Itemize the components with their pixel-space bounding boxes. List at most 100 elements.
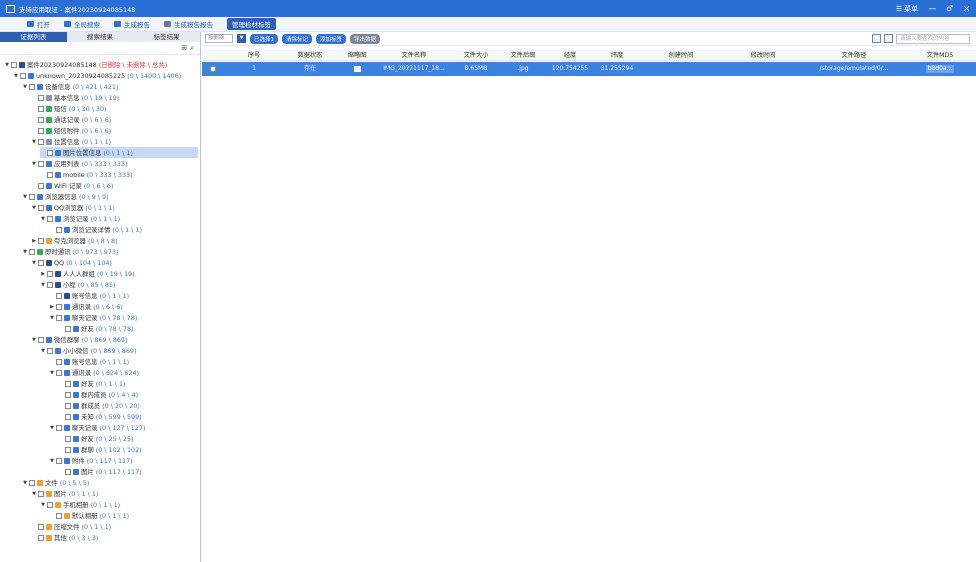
- tree-node[interactable]: ▼ 微信群聊 (0 \ 869 \ 869): [31, 334, 127, 345]
- checkbox[interactable]: [56, 226, 62, 233]
- checkbox[interactable]: [65, 468, 71, 475]
- tree-node[interactable]: ▼ 小小微信 (0 \ 869 \ 869): [40, 345, 136, 356]
- tree-node[interactable]: 账号信息 (0 \ 1 \ 1): [49, 356, 129, 367]
- collapse-icon[interactable]: ▼: [22, 249, 28, 255]
- tree-node[interactable]: 基本信息 (0 \ 19 \ 19): [31, 92, 119, 103]
- tree-node[interactable]: 压缩文件 (0 \ 1 \ 1): [31, 521, 111, 532]
- column-header[interactable]: 序号: [226, 50, 282, 60]
- tree-node[interactable]: WiFi 记录 (0 \ 6 \ 6): [31, 180, 113, 191]
- collapse-icon[interactable]: ▼: [22, 480, 28, 486]
- tree-node[interactable]: ▼ unknown_20230924085225 (0 \ 1400 \ 1406): [13, 70, 181, 81]
- checkbox[interactable]: [38, 138, 44, 145]
- checkbox[interactable]: [29, 479, 35, 486]
- tree-node[interactable]: ▼ 附件 (0 \ 117 \ 117): [49, 455, 133, 466]
- tree-node[interactable]: 图片 (0 \ 117 \ 117): [58, 466, 142, 477]
- maximize-icon[interactable]: ♂: [946, 4, 953, 13]
- column-header[interactable]: 文件MD5: [904, 50, 976, 60]
- checkbox[interactable]: [38, 182, 44, 189]
- column-header[interactable]: 文件大小: [452, 50, 500, 60]
- expand-icon[interactable]: ▶: [40, 271, 46, 277]
- checkbox[interactable]: [20, 72, 26, 79]
- tree-node[interactable]: ▼ 浏览器信息 (0 \ 9 \ 9): [22, 191, 109, 202]
- checkbox[interactable]: [65, 402, 71, 409]
- tree-node[interactable]: 群成员 (0 \ 20 \ 20): [58, 400, 140, 411]
- tree-node[interactable]: 好友 (0 \ 25 \ 25): [58, 433, 134, 444]
- checkbox[interactable]: [56, 457, 62, 464]
- checkbox[interactable]: [47, 171, 53, 178]
- tree-node[interactable]: ▼ QQ (0 \ 104 \ 104): [31, 257, 112, 268]
- tree-node[interactable]: 账号信息 (0 \ 1 \ 1): [49, 290, 129, 301]
- checkbox[interactable]: [38, 336, 44, 343]
- column-header[interactable]: 纬度: [594, 50, 640, 60]
- tree-node[interactable]: 未知 (0 \ 599 \ 599): [58, 411, 142, 422]
- checkbox[interactable]: [38, 204, 44, 211]
- tree-node[interactable]: 好友 (0 \ 1 \ 1): [58, 378, 125, 389]
- row-checkbox[interactable]: [210, 65, 216, 72]
- collapse-icon[interactable]: ▼: [31, 337, 37, 343]
- generate-report-2-button[interactable]: 生成报告报告: [164, 19, 213, 29]
- tree-node[interactable]: ▼ 即时通讯 (0 \ 973 \ 973): [22, 246, 118, 257]
- checkbox[interactable]: [65, 435, 71, 442]
- chevron-down-icon[interactable]: ▼: [237, 34, 246, 43]
- checkbox[interactable]: [65, 446, 71, 453]
- tree-node[interactable]: ▶ 人人人群组 (0 \ 19 \ 19): [40, 268, 135, 279]
- checkbox[interactable]: [56, 424, 62, 431]
- collapse-icon[interactable]: ▼: [31, 161, 37, 167]
- tree-node[interactable]: ▶ 通讯录 (0 \ 6 \ 6): [49, 301, 123, 312]
- checkbox[interactable]: [56, 512, 62, 519]
- tab-evidence-list[interactable]: 证据列表: [0, 32, 67, 42]
- checkbox[interactable]: [56, 303, 62, 310]
- tab-search-results[interactable]: 搜索结果: [66, 32, 134, 42]
- search-tree-icon[interactable]: ⌕: [190, 44, 194, 53]
- tree-node[interactable]: ▼ 浏览记录 (0 \ 1 \ 1): [40, 213, 120, 224]
- collapse-icon[interactable]: ▼: [40, 502, 46, 508]
- expand-icon[interactable]: ▶: [49, 304, 55, 310]
- collapse-icon[interactable]: ▼: [4, 62, 10, 68]
- add-tag-chip[interactable]: 添加标签: [316, 33, 347, 44]
- checkbox[interactable]: [47, 270, 53, 277]
- column-header[interactable]: [202, 50, 226, 60]
- collapse-icon[interactable]: ▼: [40, 348, 46, 354]
- column-header[interactable]: 修改时间: [722, 50, 804, 60]
- collapse-icon[interactable]: ▼: [31, 491, 37, 497]
- manage-tags-button[interactable]: 管理检材标签: [227, 18, 276, 30]
- column-header[interactable]: 文件路径: [804, 50, 904, 60]
- checkbox[interactable]: [38, 160, 44, 167]
- tree-node[interactable]: 群内成员 (0 \ 4 \ 4): [58, 389, 138, 400]
- table-search-input[interactable]: 请输入要查找的内容: [896, 33, 970, 44]
- export-data-chip[interactable]: 导出数据: [350, 33, 381, 44]
- table-row[interactable]: 1 存在 IMG_20221117_18... 8.65MB .jpg 120.75425…: [202, 62, 976, 76]
- checkbox[interactable]: [65, 325, 71, 332]
- collapse-icon[interactable]: ▼: [22, 194, 28, 200]
- close-icon[interactable]: ×: [963, 4, 970, 13]
- tree-node[interactable]: ▼ 案件20230924085148 (已删除 \ 未删除 \ 总共): [4, 59, 167, 70]
- tree-node[interactable]: ▼ 图片 (0 \ 1 \ 1): [31, 488, 98, 499]
- collapse-icon[interactable]: ▼: [31, 139, 37, 145]
- tree-node[interactable]: mobile (0 \ 333 \ 333): [40, 169, 133, 180]
- collapse-icon[interactable]: ▼: [49, 425, 55, 431]
- tree-node[interactable]: ▼ 应用列表 (0 \ 333 \ 333): [31, 158, 127, 169]
- checkbox[interactable]: [47, 501, 53, 508]
- checkbox[interactable]: [47, 149, 53, 156]
- minimize-icon[interactable]: —: [928, 4, 936, 13]
- checkbox[interactable]: [11, 61, 17, 68]
- tree-node[interactable]: 浏览记录详情 (0 \ 1 \ 1): [49, 224, 142, 235]
- tree-node[interactable]: ▼ 小程 (0 \ 85 \ 85): [40, 279, 115, 290]
- collapse-icon[interactable]: ▼: [49, 370, 55, 376]
- menu-button[interactable]: ☰ 菜单: [896, 4, 918, 14]
- tree-node[interactable]: 好友 (0 \ 78 \ 78): [58, 323, 134, 334]
- checkbox[interactable]: [65, 413, 71, 420]
- checkbox[interactable]: [38, 105, 44, 112]
- tree-node[interactable]: ▼ 通讯录 (0 \ 624 \ 624): [49, 367, 139, 378]
- checkbox[interactable]: [47, 215, 53, 222]
- tree-node[interactable]: 通话记录 (0 \ 6 \ 6): [31, 114, 111, 125]
- checkbox[interactable]: [47, 347, 53, 354]
- tree-node[interactable]: ▼ 聊天记录 (0 \ 78 \ 78): [49, 312, 137, 323]
- clear-mark-chip[interactable]: 清除标记: [282, 33, 313, 44]
- tree-node[interactable]: 其他 (0 \ 3 \ 3): [31, 532, 98, 543]
- checkbox[interactable]: [47, 281, 53, 288]
- collapse-icon[interactable]: ▼: [40, 282, 46, 288]
- tree-node[interactable]: ▼ QQ浏览器 (0 \ 1 \ 1): [31, 202, 115, 213]
- open-button[interactable]: 打开: [27, 19, 50, 29]
- tab-tag-results[interactable]: 标签结果: [133, 32, 201, 42]
